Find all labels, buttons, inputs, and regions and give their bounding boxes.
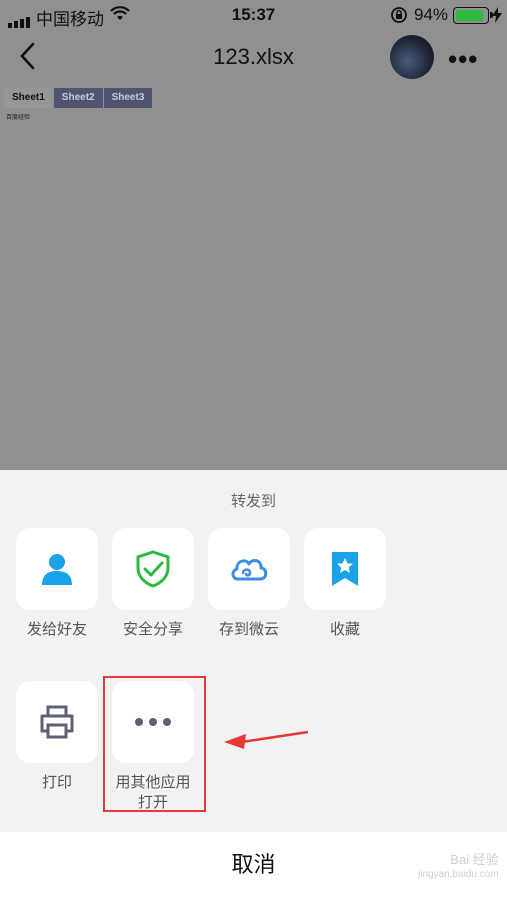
share-to-friend-label: 发给好友 [26, 621, 87, 638]
share-sheet-title: 转发到 [230, 493, 276, 510]
watermark-line2: jingyan.baidu.com [418, 869, 499, 880]
status-bar: 中国移动 15:37 94% [0, 0, 507, 30]
favorite-label: 收藏 [329, 621, 360, 638]
bookmark-star-icon [332, 552, 358, 586]
highlight-box [103, 676, 206, 812]
share-tile[interactable] [208, 528, 290, 610]
watermark-line1: Bai 经验 [450, 852, 499, 867]
watermark: Bai 经验 jingyan.baidu.com [418, 852, 499, 882]
sheet-tabs: Sheet1 Sheet2 Sheet3 [4, 87, 153, 108]
print-label: 打印 [41, 774, 72, 791]
navigation-bar: 123.xlsx ••• [0, 30, 507, 82]
rotation-lock-icon [391, 7, 407, 23]
share-to-friend-button[interactable]: 发给好友 [16, 528, 98, 640]
printer-icon [40, 705, 74, 739]
share-action-sheet: 转发到 发给好友 安全分享 存到微云 收藏 打印 用其他应用 打开 取消 [0, 470, 507, 908]
person-icon [42, 554, 72, 585]
cloud-icon [231, 559, 268, 581]
avatar[interactable] [390, 35, 434, 79]
more-menu-icon[interactable]: ••• [448, 44, 478, 75]
secure-share-button[interactable]: 安全分享 [112, 528, 194, 640]
cell-content: 百度经验 [6, 115, 31, 121]
save-to-weiyun-button[interactable]: 存到微云 [208, 528, 290, 640]
pointer-arrow-icon [224, 730, 309, 749]
share-tile[interactable] [112, 528, 194, 610]
favorite-button[interactable]: 收藏 [304, 528, 386, 640]
battery-icon [453, 7, 493, 24]
charging-icon [492, 7, 502, 23]
print-button[interactable]: 打印 [16, 681, 98, 793]
share-tile[interactable] [304, 528, 386, 610]
share-tile[interactable] [16, 528, 98, 610]
save-to-weiyun-label: 存到微云 [218, 621, 279, 638]
shield-check-icon [136, 550, 170, 588]
tab-sheet1[interactable]: Sheet1 [4, 88, 53, 108]
tab-sheet2[interactable]: Sheet2 [53, 88, 103, 108]
share-tile[interactable] [16, 681, 98, 763]
tab-sheet3[interactable]: Sheet3 [103, 88, 153, 108]
battery-percent: 94% [414, 5, 449, 24]
secure-share-label: 安全分享 [122, 621, 183, 638]
